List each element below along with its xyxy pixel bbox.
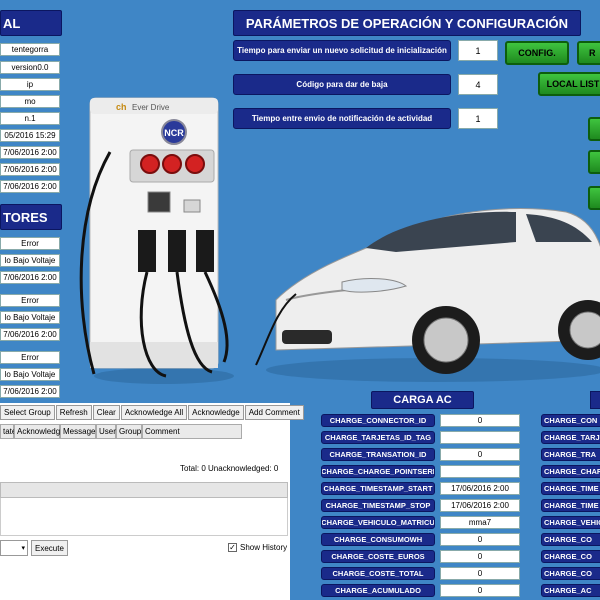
alarm-value: 7/06/2016 2:00	[0, 271, 60, 284]
charge-dc-field-label: CHARGE_TIME	[541, 499, 600, 512]
alarm-list-area[interactable]	[0, 498, 288, 536]
charge-field-value	[440, 431, 520, 444]
svg-text:ch: ch	[116, 102, 127, 112]
carga-ac-header: CARGA AC	[371, 391, 474, 409]
charge-dc-field-label: CHARGE_CO	[541, 550, 600, 563]
info-value: 05/2016 15:29	[0, 129, 60, 142]
info-value: ip	[0, 78, 60, 91]
charge-dc-field-label: CHARGE_AC	[541, 584, 600, 597]
charge-field-value: 17/06/2016 2:00	[440, 499, 520, 512]
alarm-value: lo Bajo Voltaje	[0, 368, 60, 381]
charge-dc-field-label: CHARGE_CO	[541, 567, 600, 580]
alarm-toolbar: Select Group Refresh Clear Acknowledge All A…	[0, 405, 304, 420]
execute-button[interactable]: Execute	[31, 540, 68, 556]
history-dropdown[interactable]: ▾	[0, 540, 28, 556]
config-button[interactable]: CONFIG.	[505, 41, 569, 65]
alarms-panel-title: TORES	[3, 209, 48, 225]
column-header[interactable]: User	[96, 424, 116, 439]
charge-field-value	[440, 465, 520, 478]
charge-dc-field-label: CHARGE_TRA	[541, 448, 600, 461]
info-value: tentegorra	[0, 43, 60, 56]
alarm-value: Error	[0, 294, 60, 307]
charge-field-label: CHARGE_TRANSATION_ID	[321, 448, 435, 461]
param-label: Tiempo para enviar un nuevo solicitud de…	[233, 40, 451, 61]
info-value: version0.0	[0, 61, 60, 74]
column-header[interactable]: Comment	[142, 424, 242, 439]
local-list-button[interactable]: LOCAL LIST	[538, 72, 600, 96]
charge-field-label: CHARGE_COSTE_EUROS	[321, 550, 435, 563]
chevron-down-icon: ▾	[21, 545, 25, 552]
charge-field-label: CHARGE_TIMESTAMP_START	[321, 482, 435, 495]
add-comment-button[interactable]: Add Comment	[244, 405, 304, 420]
charge-field-value: 0	[440, 533, 520, 546]
column-header[interactable]: tate	[0, 424, 16, 439]
charge-field-value: 0	[440, 550, 520, 563]
charge-dc-field-label: CHARGE_CO	[541, 533, 600, 546]
column-header[interactable]: Group	[116, 424, 142, 439]
charge-field-label: CHARGE_CONNECTOR_ID	[321, 414, 435, 427]
charge-field-value: 0	[440, 567, 520, 580]
show-history-label: Show History	[240, 543, 288, 552]
info-value: n.1	[0, 112, 60, 125]
charge-dc-field-label: CHARGE_CON	[541, 414, 600, 427]
refresh-button[interactable]: Refresh	[55, 405, 92, 420]
charger-brand-text: Ever Drive	[132, 103, 170, 112]
green-action-button-2[interactable]	[588, 150, 600, 174]
column-header[interactable]: Message	[60, 424, 96, 439]
charge-field-label: CHARGE_VEHICULO_MATRICU	[321, 516, 435, 529]
param-label: Código para dar de baja	[233, 74, 451, 95]
alarms-panel-header: TORES	[0, 204, 62, 230]
charge-field-label: CHARGE_ACUMULADO	[321, 584, 435, 597]
charge-field-value: 0	[440, 448, 520, 461]
charge-field-label: CHARGE_COSTE_TOTAL	[321, 567, 435, 580]
show-history-toggle[interactable]: ✓ Show History	[228, 543, 287, 552]
info-panel-title: AL	[3, 15, 21, 31]
alarm-total-count: Total: 0 Unacknowledged: 0	[180, 464, 279, 473]
charge-field-label: CHARGE_CONSUMOWH	[321, 533, 435, 546]
info-value: 7/06/2016 2:00	[0, 180, 60, 193]
select-group-button[interactable]: Select Group	[0, 405, 55, 420]
params-panel-title: PARÁMETROS DE OPERACIÓN Y CONFIGURACIÓN	[245, 15, 569, 31]
charge-field-value: mma7	[440, 516, 520, 529]
alarm-table-header: tate Acknowledged Message User Group Comment	[0, 424, 242, 439]
info-value: mo	[0, 95, 60, 108]
charging-station-image: ch Ever Drive NCR	[79, 97, 234, 384]
info-value: 7/06/2016 2:00	[0, 146, 60, 159]
charge-field-label: CHARGE_TARJETAS_ID_TAG	[321, 431, 435, 444]
charge-field-value: 0	[440, 414, 520, 427]
info-panel-header: AL	[0, 10, 62, 36]
info-value: 7/06/2016 2:00	[0, 163, 60, 176]
r-button[interactable]: R	[577, 41, 600, 65]
acknowledge-button[interactable]: Acknowledge	[188, 405, 244, 420]
carga-dc-header	[590, 391, 600, 409]
column-header[interactable]: Acknowledged	[14, 424, 69, 439]
alarm-value: 7/06/2016 2:00	[0, 385, 60, 398]
charge-field-label: CHARGE_CHARGE_POINTSERI	[321, 465, 435, 478]
charge-dc-field-label: CHARGE_TIME	[541, 482, 600, 495]
alarm-value: lo Bajo Voltaje	[0, 254, 60, 267]
charge-field-label: CHARGE_TIMESTAMP_STOP	[321, 499, 435, 512]
charge-dc-field-label: CHARGE_TARJ	[541, 431, 600, 444]
alarm-value: Error	[0, 351, 60, 364]
alarm-filter-bar[interactable]	[0, 482, 288, 498]
show-history-checkbox[interactable]: ✓	[228, 543, 237, 552]
alarm-value: lo Bajo Voltaje	[0, 311, 60, 324]
charge-field-value: 0	[440, 584, 520, 597]
alarm-value: Error	[0, 237, 60, 250]
electric-car-image	[255, 208, 600, 382]
carga-ac-title: CARGA AC	[393, 394, 452, 406]
charge-dc-field-label: CHARGE_CHAR	[541, 465, 600, 478]
param-label: Tiempo entre envio de notificación de ac…	[233, 108, 451, 129]
param-value-input[interactable]: 1	[458, 40, 498, 61]
charge-dc-field-label: CHARGE_VEHIC	[541, 516, 600, 529]
clear-button[interactable]: Clear	[92, 405, 120, 420]
charge-field-value: 17/06/2016 2:00	[440, 482, 520, 495]
green-action-button-1[interactable]	[588, 117, 600, 141]
alarm-value: 7/06/2016 2:00	[0, 328, 60, 341]
param-value-input[interactable]: 1	[458, 108, 498, 129]
ncr-logo: NCR	[164, 128, 184, 138]
param-value-input[interactable]: 4	[458, 74, 498, 95]
acknowledge-all-button[interactable]: Acknowledge All	[120, 405, 188, 420]
params-panel-header: PARÁMETROS DE OPERACIÓN Y CONFIGURACIÓN	[233, 10, 581, 36]
